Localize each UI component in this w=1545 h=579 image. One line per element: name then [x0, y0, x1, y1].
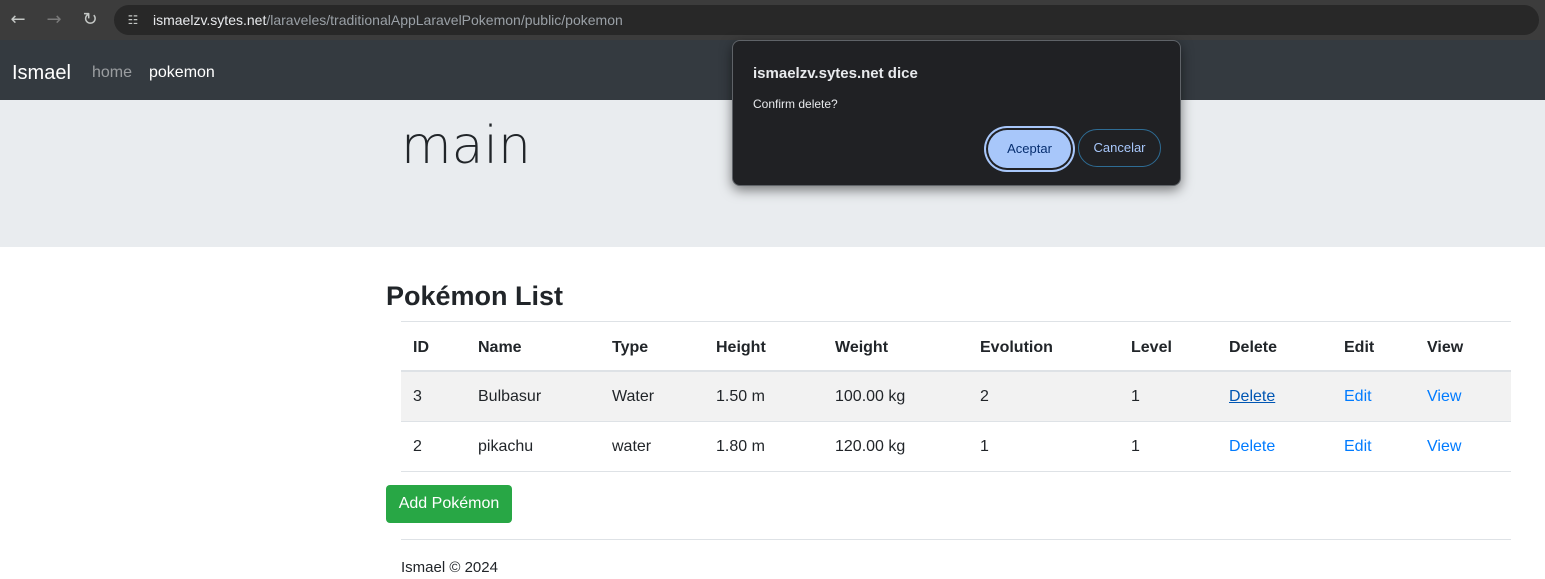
cell-height: 1.50 m: [716, 388, 765, 405]
nav-link-home[interactable]: home: [92, 64, 132, 82]
cell-type: water: [612, 438, 652, 455]
delete-link[interactable]: Delete: [1229, 438, 1275, 456]
accept-button[interactable]: Aceptar: [988, 130, 1071, 168]
column-header: Delete: [1229, 339, 1278, 356]
column-header: Evolution: [980, 339, 1053, 356]
confirm-dialog: ismaelzv.sytes.net dice Confirm delete? …: [732, 40, 1181, 186]
table-row: 3 Bulbasur Water 1.50 m 100.00 kg 2 1 De…: [401, 372, 1511, 422]
cancel-button[interactable]: Cancelar: [1078, 129, 1161, 167]
url-text[interactable]: ismaelzv.sytes.net/laraveles/traditional…: [153, 12, 623, 28]
view-link[interactable]: View: [1427, 388, 1461, 406]
column-header: Name: [478, 339, 522, 356]
cell-level: 1: [1131, 388, 1140, 405]
url-path: /laraveles/traditionalAppLaravelPokemon/…: [266, 12, 623, 28]
add-pokemon-button[interactable]: Add Pokémon: [386, 485, 512, 523]
column-header: ID: [413, 339, 429, 356]
cell-type: Water: [612, 388, 655, 405]
column-header: View: [1427, 339, 1464, 356]
jumbotron-title: main: [401, 116, 531, 176]
edit-link[interactable]: Edit: [1344, 388, 1372, 406]
dialog-message: Confirm delete?: [753, 97, 838, 111]
tune-icon[interactable]: ☷: [124, 11, 142, 29]
table-row: 2 pikachu water 1.80 m 120.00 kg 1 1 Del…: [401, 422, 1511, 472]
column-header: Weight: [835, 339, 889, 356]
nav-link-pokemon[interactable]: pokemon: [149, 64, 215, 82]
url-host: ismaelzv.sytes.net: [153, 12, 267, 28]
cell-name: pikachu: [478, 438, 534, 455]
navbar-brand[interactable]: Ismael: [12, 62, 71, 85]
table-header-row: ID Name Type Height Weight Evolution Lev…: [401, 322, 1511, 372]
address-bar[interactable]: ☷ ismaelzv.sytes.net/laraveles/tradition…: [114, 5, 1539, 35]
reload-icon[interactable]: ↻: [78, 8, 102, 32]
page-title: Pokémon List: [386, 281, 564, 311]
edit-link[interactable]: Edit: [1344, 438, 1372, 456]
column-header: Type: [612, 339, 649, 356]
pokemon-table: ID Name Type Height Weight Evolution Lev…: [401, 321, 1511, 472]
cell-evolution: 2: [980, 388, 989, 405]
column-header: Edit: [1344, 339, 1375, 356]
arrow-right-icon[interactable]: →: [42, 8, 66, 32]
cell-level: 1: [1131, 438, 1140, 455]
footer-divider: [401, 539, 1511, 540]
delete-link[interactable]: Delete: [1229, 388, 1275, 406]
footer-copyright: Ismael © 2024: [401, 559, 498, 576]
column-header: Level: [1131, 339, 1172, 356]
dialog-title: ismaelzv.sytes.net dice: [753, 65, 918, 82]
cell-weight: 100.00 kg: [835, 388, 906, 405]
cell-id: 2: [413, 438, 422, 455]
column-header: Height: [716, 339, 766, 356]
view-link[interactable]: View: [1427, 438, 1461, 456]
cell-height: 1.80 m: [716, 438, 765, 455]
arrow-left-icon[interactable]: ←: [6, 8, 30, 32]
cell-id: 3: [413, 388, 422, 405]
cell-weight: 120.00 kg: [835, 438, 906, 455]
cell-evolution: 1: [980, 438, 989, 455]
cell-name: Bulbasur: [478, 388, 542, 405]
browser-toolbar: ← → ↻ ☷ ismaelzv.sytes.net/laraveles/tra…: [0, 0, 1545, 40]
